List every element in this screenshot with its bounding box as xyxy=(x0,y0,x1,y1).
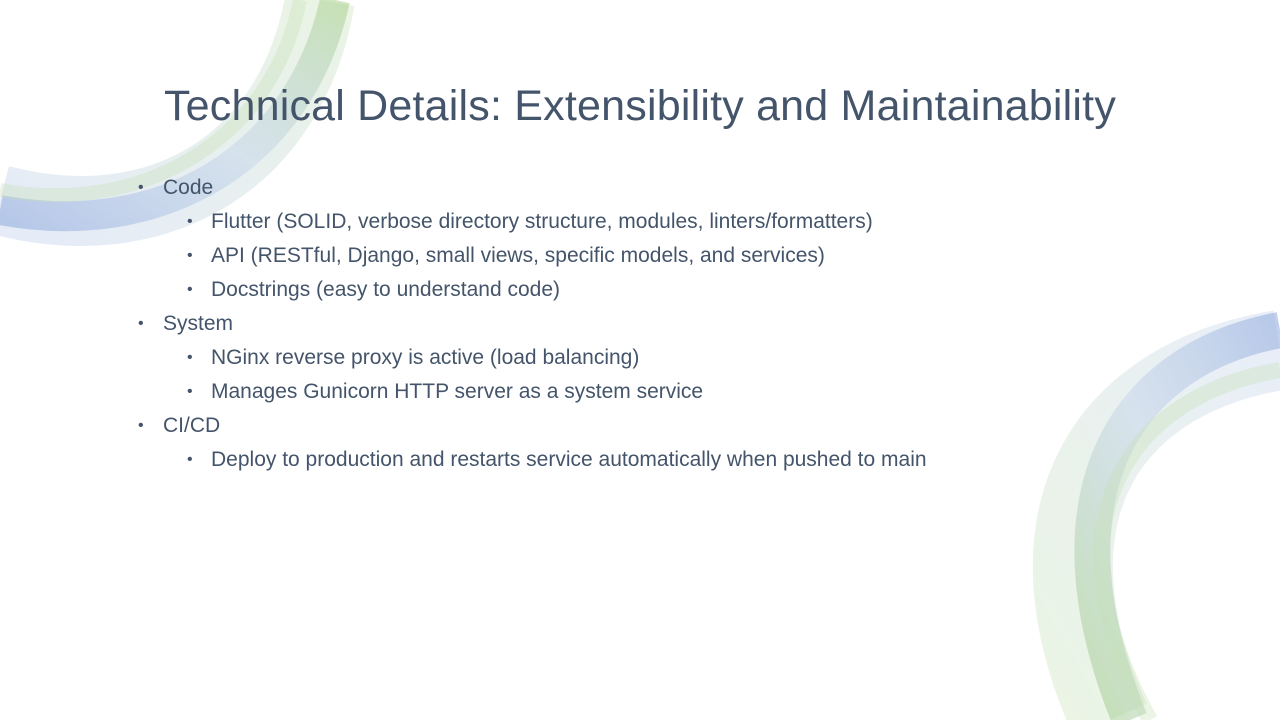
bullet-marker: • xyxy=(138,315,144,332)
bullet-section-system: • System xyxy=(138,307,1138,341)
bullet-text: NGinx reverse proxy is active (load bala… xyxy=(211,346,640,369)
bullet-text: Deploy to production and restarts servic… xyxy=(211,448,927,471)
bullet-text: Manages Gunicorn HTTP server as a system… xyxy=(211,380,704,403)
bullet-marker: • xyxy=(187,349,193,366)
bullet-marker: • xyxy=(187,383,193,400)
bullet-marker: • xyxy=(187,213,193,230)
bullet-text: Docstrings (easy to understand code) xyxy=(211,278,561,301)
bullet-marker: • xyxy=(187,451,193,468)
bullet-text: Flutter (SOLID, verbose directory struct… xyxy=(211,210,873,233)
bullet-text: CI/CD xyxy=(163,414,221,437)
bullet-item: • Docstrings (easy to understand code) xyxy=(138,273,1138,307)
bullet-section-ci-cd: • CI/CD xyxy=(138,409,1138,443)
bullet-list: • Code • Flutter (SOLID, verbose directo… xyxy=(138,171,1138,477)
bullet-marker: • xyxy=(187,247,193,264)
bullet-section-code: • Code xyxy=(138,171,1138,205)
bullet-item: • Deploy to production and restarts serv… xyxy=(138,443,1138,477)
bullet-item: • NGinx reverse proxy is active (load ba… xyxy=(138,341,1138,375)
slide-title: Technical Details: Extensibility and Mai… xyxy=(163,82,1117,130)
bullet-item: • Flutter (SOLID, verbose directory stru… xyxy=(138,205,1138,239)
bullet-marker: • xyxy=(138,417,144,434)
bullet-text: System xyxy=(163,312,234,335)
slide: Technical Details: Extensibility and Mai… xyxy=(0,0,1280,720)
bullet-item: • Manages Gunicorn HTTP server as a syst… xyxy=(138,375,1138,409)
bullet-text: API (RESTful, Django, small views, speci… xyxy=(211,244,825,267)
bullet-item: • API (RESTful, Django, small views, spe… xyxy=(138,239,1138,273)
bullet-marker: • xyxy=(187,281,193,298)
bullet-marker: • xyxy=(138,179,144,196)
bullet-text: Code xyxy=(163,176,214,199)
